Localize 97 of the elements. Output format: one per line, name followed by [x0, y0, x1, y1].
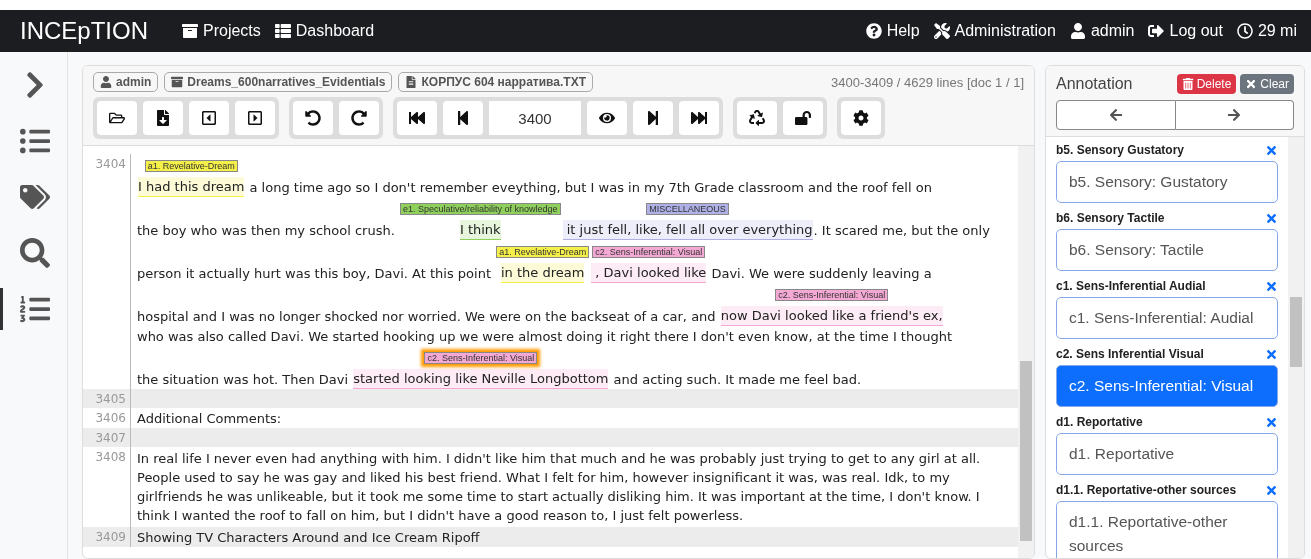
- annotation-label[interactable]: MISCELLANEOUS: [646, 203, 729, 215]
- close-icon[interactable]: [1265, 347, 1278, 361]
- annotated-text[interactable]: in the dream: [501, 263, 585, 283]
- line-text: hospital and I was no longer shocked nor worried. We were on the backseat of a car, and: [137, 308, 717, 326]
- redo-icon[interactable]: [339, 101, 379, 135]
- close-icon[interactable]: [1265, 279, 1278, 293]
- archive-icon: [171, 76, 184, 88]
- user-icon: [1069, 23, 1086, 39]
- annotation-label[interactable]: c2. Sens-Inferential: Visual: [775, 289, 889, 301]
- feature-field[interactable]: b5. Sensory: Gustatory: [1056, 161, 1278, 203]
- scrollbar[interactable]: [1018, 146, 1034, 558]
- line-range: 3400-3409 / 4629 lines [doc 1 / 1]: [831, 74, 1024, 90]
- annotation-label[interactable]: c2. Sens-Inferential: Visual: [592, 246, 706, 258]
- next-page-icon[interactable]: [633, 101, 673, 135]
- close-icon[interactable]: [1265, 415, 1278, 429]
- page-field[interactable]: 3400: [489, 101, 581, 135]
- line-text: a long time ago so I don't remember eveything, but I was in my 7th Grade classroom and the roof fell on: [248, 179, 932, 197]
- scrollbar[interactable]: [1288, 137, 1304, 558]
- line-text: who was also called Davi. We started hooking up we were almost doing it right there I don't even know, at the time I thought: [137, 328, 952, 346]
- line-text: Davi. We were suddenly leaving a: [710, 265, 932, 283]
- feature-label: d1. Reportative: [1056, 415, 1143, 429]
- tools-icon: [933, 23, 950, 39]
- file-download-icon[interactable]: [143, 101, 183, 135]
- line-text: Additional Comments:: [137, 410, 282, 428]
- annotated-text[interactable]: now Davi looked like a friend's ex,: [720, 306, 943, 326]
- annotated-text[interactable]: it just fell, like, fell all over everything: [562, 220, 813, 240]
- feature-field[interactable]: b6. Sensory: Tactile: [1056, 229, 1278, 271]
- nav-link[interactable]: Dashboard: [274, 22, 375, 40]
- previous-page-icon[interactable]: [443, 101, 483, 135]
- open-folder-icon[interactable]: [97, 101, 137, 135]
- line-text: and acting such. It made me feel bad.: [612, 371, 862, 389]
- trash-icon: [1181, 78, 1194, 90]
- help-icon: [865, 23, 882, 39]
- line-number: 3409: [83, 527, 131, 547]
- file-icon: [405, 76, 418, 88]
- annotated-text[interactable]: I think: [459, 220, 501, 240]
- arrow-left-icon: [1108, 108, 1123, 122]
- annotated-text[interactable]: I had this dream: [138, 177, 245, 197]
- delete-button[interactable]: Delete: [1176, 74, 1237, 94]
- feature-label: d1.1. Reportative-other sources: [1056, 483, 1237, 497]
- line-text: the boy who was then my school crush.: [137, 222, 396, 240]
- settings-icon[interactable]: [841, 101, 881, 135]
- nav-link[interactable]: admin: [1069, 22, 1135, 40]
- caret-right-icon[interactable]: [235, 101, 275, 135]
- app-title: INCEpTION: [20, 17, 148, 45]
- recycle-icon[interactable]: [737, 101, 777, 135]
- feature-field[interactable]: d1.1. Reportative-other sources: [1056, 501, 1278, 558]
- feature-field[interactable]: c2. Sens-Inferential: Visual: [1056, 365, 1278, 407]
- annotation-label[interactable]: c2. Sens-Inferential: Visual: [424, 352, 538, 364]
- nav-link[interactable]: Administration: [933, 22, 1056, 40]
- feature-label: c1. Sens-Inferential Audial: [1056, 279, 1206, 293]
- last-page-icon[interactable]: [679, 101, 719, 135]
- close-icon[interactable]: [1265, 143, 1278, 157]
- clock-icon: [1236, 23, 1253, 39]
- breadcrumb[interactable]: admin: [93, 72, 159, 92]
- annotation-label[interactable]: e1. Speculative/reliability of knowledge: [400, 203, 561, 215]
- nav-link[interactable]: Log out: [1148, 22, 1223, 40]
- line-text: the situation was hot. Then Davi: [137, 371, 350, 389]
- archive-icon: [182, 23, 198, 39]
- close-icon[interactable]: [1265, 211, 1278, 225]
- caret-left-icon[interactable]: [189, 101, 229, 135]
- nav-link[interactable]: Projects: [182, 22, 261, 40]
- feature-label: b5. Sensory Gustatory: [1056, 143, 1185, 157]
- numbered-list-icon: [20, 294, 50, 324]
- breadcrumb[interactable]: КОРПУС 604 нарратива.TXT: [398, 72, 593, 92]
- tags-icon: [20, 182, 50, 212]
- feature-field[interactable]: d1. Reportative: [1056, 433, 1278, 475]
- user-icon: [100, 76, 112, 88]
- panel-title: Annotation: [1056, 75, 1133, 93]
- next-button[interactable]: [1175, 100, 1294, 130]
- feature-label: b6. Sensory Tactile: [1056, 211, 1165, 225]
- feature-field[interactable]: c1. Sens-Inferential: Audial: [1056, 297, 1278, 339]
- unlock-icon[interactable]: [783, 101, 823, 135]
- line-text: person it actually hurt was this boy, Davi. At this point: [137, 265, 493, 283]
- search-icon: [20, 238, 50, 268]
- line-text: In real life I never even had anything with him. I didn't like him that much and he was probably just trying to get to any girl at all. People used to say he was gay and liked his best friend. What I felt for him, however insignificant it was, was real. Idk, to my girlfriends he was unlikeable, but it took me some time to start actually disliking him. It was important at the time, I don't know. I think I wanted the roof to fall on him, but I didn't have a good reason to, I just felt powerless.: [137, 450, 982, 525]
- line-text: Showing TV Characters Around and Ice Cream Ripoff: [137, 529, 480, 547]
- annotation-label[interactable]: a1. Revelative-Dream: [144, 160, 238, 172]
- annotated-text[interactable]: , Davi looked like: [591, 263, 707, 283]
- feature-label: c2. Sens Inferential Visual: [1056, 347, 1204, 361]
- line-text: . It scared me, but the only: [813, 222, 990, 240]
- eye-icon[interactable]: [587, 101, 627, 135]
- annotated-text[interactable]: started looking like Neville Longbottom: [353, 369, 609, 389]
- close-icon[interactable]: [1265, 483, 1278, 497]
- clear-button[interactable]: Clear: [1240, 74, 1294, 94]
- session-timer[interactable]: 29 mi: [1236, 22, 1297, 40]
- grid-list-icon: [274, 23, 291, 39]
- nav-link[interactable]: Help: [865, 22, 920, 40]
- breadcrumb[interactable]: Dreams_600narratives_Evidentials: [164, 72, 393, 92]
- undo-icon[interactable]: [293, 101, 333, 135]
- annotation-label[interactable]: a1. Revelative-Dream: [496, 246, 590, 258]
- previous-button[interactable]: [1056, 100, 1176, 130]
- first-page-icon[interactable]: [397, 101, 437, 135]
- list-icon: [20, 126, 50, 156]
- close-icon: [1245, 78, 1258, 90]
- arrow-right-icon: [1227, 108, 1242, 122]
- logout-icon: [1148, 23, 1165, 39]
